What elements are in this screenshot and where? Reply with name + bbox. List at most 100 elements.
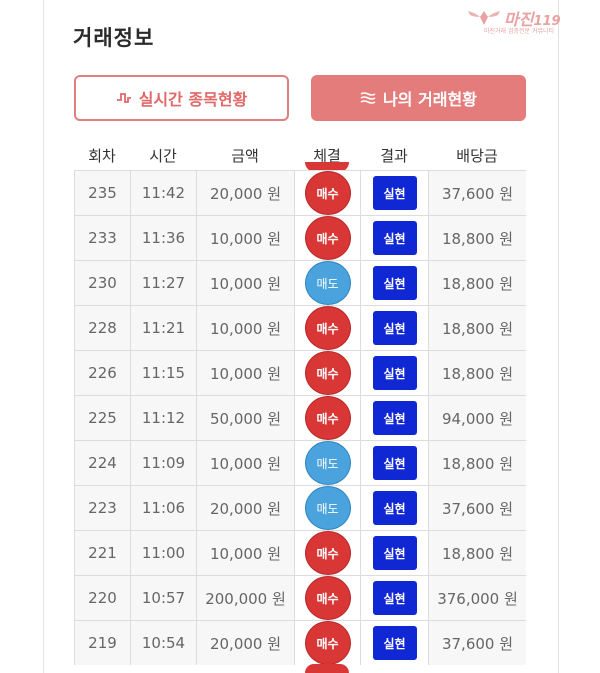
table-row: 228 11:21 10,000 원 매수 실현 18,800 원 (74, 305, 526, 351)
cell-payout: 37,600 원 (428, 171, 526, 215)
buy-badge: 매수 (304, 306, 351, 350)
tab-live-label: 실시간 종목현황 (138, 90, 248, 109)
cell-time: 11:12 (130, 396, 196, 440)
cell-round: 235 (74, 171, 130, 215)
cell-result: 실현 (360, 441, 428, 485)
cell-trade: 매도 (294, 261, 360, 305)
cell-amount: 20,000 원 (196, 621, 294, 665)
cell-payout: 94,000 원 (428, 396, 526, 440)
cell-amount: 10,000 원 (196, 531, 294, 575)
result-badge[interactable]: 실현 (372, 536, 417, 570)
buy-badge: 매수 (304, 171, 351, 215)
cell-time: 11:06 (130, 486, 196, 530)
header-amount: 금액 (231, 147, 259, 165)
buy-badge: 매수 (304, 396, 351, 440)
cell-trade: 매수 (294, 171, 360, 215)
cell-amount: 10,000 원 (196, 306, 294, 350)
cell-result: 실현 (360, 216, 428, 260)
table-row: 226 11:15 10,000 원 매수 실현 18,800 원 (74, 350, 526, 396)
cell-round: 221 (74, 531, 130, 575)
wave-lines-icon (360, 92, 376, 104)
table-row: 233 11:36 10,000 원 매수 실현 18,800 원 (74, 215, 526, 261)
cell-time: 10:54 (130, 621, 196, 665)
cell-payout: 37,600 원 (428, 621, 526, 665)
sell-badge: 매도 (304, 261, 351, 305)
cell-trade: 매수 (294, 576, 360, 620)
cell-trade: 매수 (294, 216, 360, 260)
cell-trade: 매수 (294, 396, 360, 440)
cell-amount: 10,000 원 (196, 441, 294, 485)
cell-amount: 200,000 원 (196, 576, 294, 620)
cell-payout: 37,600 원 (428, 486, 526, 530)
table-header: 회차 시간 금액 체결 결과 배당금 (74, 140, 526, 170)
cell-trade: 매수 (294, 621, 360, 665)
cell-payout: 18,800 원 (428, 441, 526, 485)
cell-payout: 18,800 원 (428, 306, 526, 350)
cell-trade: 매도 (294, 441, 360, 485)
cell-round: 228 (74, 306, 130, 350)
cell-result: 실현 (360, 261, 428, 305)
cell-time: 10:57 (130, 576, 196, 620)
table-row: 219 10:54 20,000 원 매수 실현 37,600 원 (74, 620, 526, 666)
cell-payout: 376,000 원 (428, 576, 526, 620)
cell-trade: 매수 (294, 531, 360, 575)
table-row: 235 11:42 20,000 원 매수 실현 37,600 원 (74, 170, 526, 216)
cell-trade: 매수 (294, 351, 360, 395)
cell-result: 실현 (360, 306, 428, 350)
cell-time: 11:42 (130, 171, 196, 215)
cell-time: 11:21 (130, 306, 196, 350)
cell-payout: 18,800 원 (428, 216, 526, 260)
tab-my-trades-label: 나의 거래현황 (383, 90, 477, 109)
result-badge[interactable]: 실현 (372, 491, 417, 525)
cell-round: 219 (74, 621, 130, 665)
cell-payout: 18,800 원 (428, 351, 526, 395)
cell-round: 223 (74, 486, 130, 530)
buy-badge-partial (305, 664, 349, 673)
cell-round: 226 (74, 351, 130, 395)
cell-result: 실현 (360, 576, 428, 620)
cell-amount: 20,000 원 (196, 486, 294, 530)
cell-round: 220 (74, 576, 130, 620)
result-badge[interactable]: 실현 (372, 401, 417, 435)
tab-live-status[interactable]: 실시간 종목현황 (74, 75, 289, 121)
header-time: 시간 (149, 147, 177, 165)
result-badge[interactable]: 실현 (372, 311, 417, 345)
table-row: 230 11:27 10,000 원 매도 실현 18,800 원 (74, 260, 526, 306)
cell-amount: 20,000 원 (196, 171, 294, 215)
cell-result: 실현 (360, 531, 428, 575)
cell-round: 233 (74, 216, 130, 260)
watermark-logo: 마진119 마진거래 검증전문 커뮤니티 (464, 5, 596, 37)
buy-badge: 매수 (304, 351, 351, 395)
sell-badge: 매도 (304, 486, 351, 530)
result-badge[interactable]: 실현 (372, 176, 417, 210)
buy-badge: 매수 (304, 576, 351, 620)
cell-amount: 50,000 원 (196, 396, 294, 440)
header-result: 결과 (380, 147, 408, 165)
tab-my-trades[interactable]: 나의 거래현황 (311, 75, 526, 121)
result-badge[interactable]: 실현 (372, 266, 417, 300)
result-badge[interactable]: 실현 (372, 581, 417, 615)
cell-result: 실현 (360, 351, 428, 395)
cell-trade: 매수 (294, 306, 360, 350)
cell-result: 실현 (360, 396, 428, 440)
table-row: 220 10:57 200,000 원 매수 실현 376,000 원 (74, 575, 526, 621)
cell-result: 실현 (360, 486, 428, 530)
result-badge[interactable]: 실현 (372, 221, 417, 255)
table-row: 225 11:12 50,000 원 매수 실현 94,000 원 (74, 395, 526, 441)
cell-result: 실현 (360, 621, 428, 665)
result-badge[interactable]: 실현 (372, 356, 417, 390)
table-row: 223 11:06 20,000 원 매도 실현 37,600 원 (74, 485, 526, 531)
cell-amount: 10,000 원 (196, 351, 294, 395)
page-title: 거래정보 (73, 26, 155, 50)
cell-time: 11:27 (130, 261, 196, 305)
table-row: 224 11:09 10,000 원 매도 실현 18,800 원 (74, 440, 526, 486)
pulse-icon (116, 91, 132, 105)
cell-time: 11:00 (130, 531, 196, 575)
result-badge[interactable]: 실현 (372, 446, 417, 480)
header-round: 회차 (88, 147, 116, 165)
buy-badge: 매수 (304, 621, 351, 665)
header-payout: 배당금 (456, 147, 498, 165)
cell-round: 224 (74, 441, 130, 485)
result-badge[interactable]: 실현 (372, 626, 417, 660)
cell-round: 225 (74, 396, 130, 440)
